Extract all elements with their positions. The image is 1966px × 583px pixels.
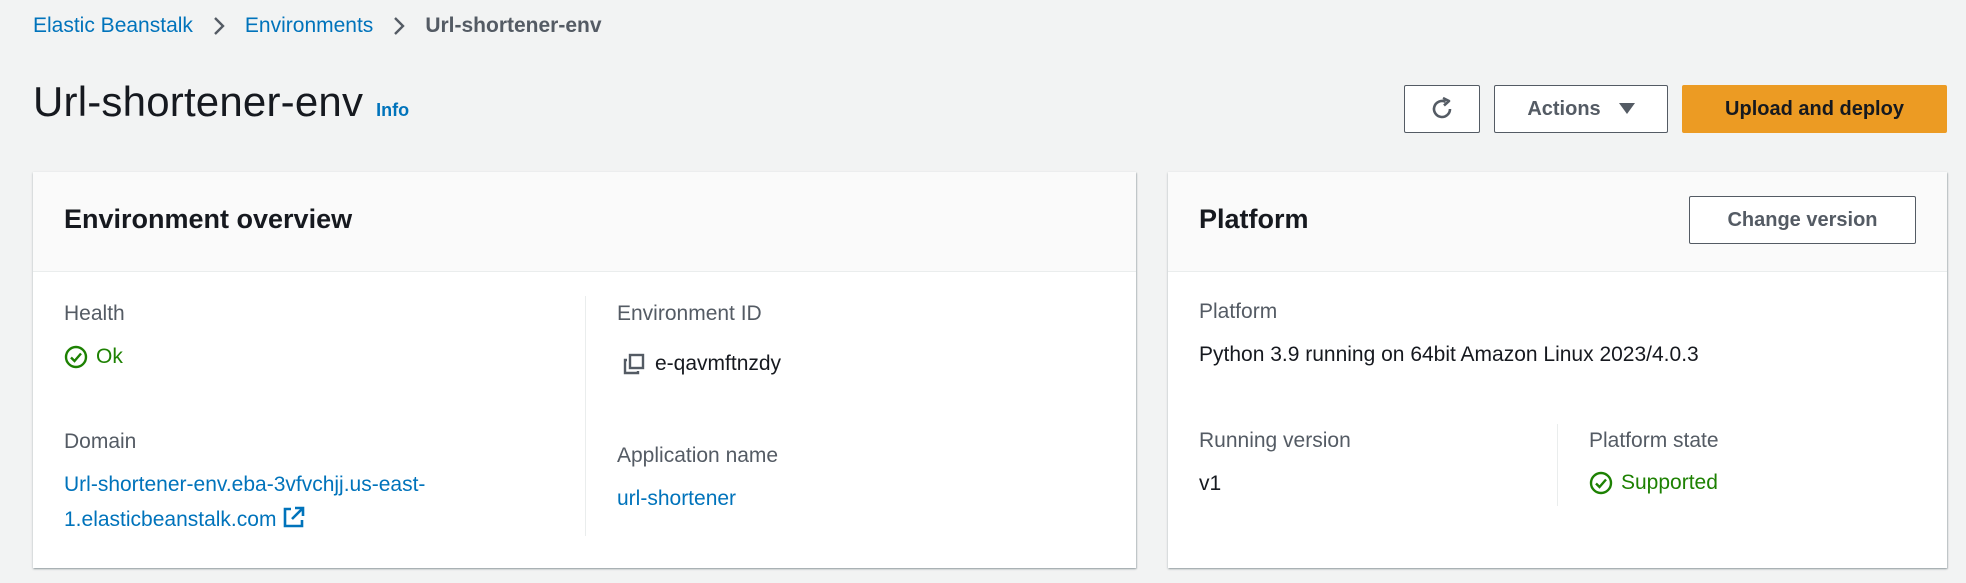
status-check-icon (64, 345, 96, 369)
health-value: Ok (96, 345, 123, 368)
change-version-button[interactable]: Change version (1689, 196, 1916, 244)
breadcrumb-elastic-beanstalk[interactable]: Elastic Beanstalk (33, 14, 193, 38)
environment-overview-title: Environment overview (64, 204, 353, 234)
environment-id: e-qavmftnzdy (623, 352, 781, 376)
upload-and-deploy-button[interactable]: Upload and deploy (1682, 85, 1947, 133)
change-version-label: Change version (1727, 208, 1878, 231)
breadcrumb-current: Url-shortener-env (425, 14, 602, 37)
application-name-label: Application name (617, 444, 779, 467)
column-divider (585, 296, 586, 536)
page-title: Url-shortener-env (33, 78, 364, 125)
page-header: Url-shortener-env Info (33, 78, 409, 126)
environment-id-label: Environment ID (617, 302, 762, 325)
health-status: Ok (64, 345, 123, 369)
environment-overview-header: Environment overview (33, 172, 1136, 272)
environment-id-value: e-qavmftnzdy (655, 352, 782, 375)
platform-title: Platform (1199, 204, 1309, 234)
actions-button[interactable]: Actions (1494, 85, 1668, 133)
platform-state-status: Supported (1589, 471, 1718, 495)
domain-line-1[interactable]: Url-shortener-env.eba-3vfvchjj.us-east- (64, 473, 425, 496)
running-version-value: v1 (1199, 472, 1222, 495)
environment-overview-panel: Environment overview Health Ok Domain Ur… (33, 172, 1136, 568)
refresh-icon (1428, 95, 1456, 123)
chevron-right-icon (213, 16, 225, 36)
caret-down-icon (1618, 103, 1635, 115)
running-version-label: Running version (1199, 429, 1351, 452)
domain-link[interactable]: Url-shortener-env.eba-3vfvchjj.us-east- … (64, 467, 494, 540)
breadcrumb-environments[interactable]: Environments (245, 14, 373, 38)
chevron-right-icon (393, 16, 406, 36)
platform-state-label: Platform state (1589, 429, 1719, 452)
refresh-button[interactable] (1404, 85, 1480, 133)
column-divider (1557, 424, 1558, 506)
platform-panel: Platform Change version Platform Python … (1168, 172, 1947, 568)
domain-line-2[interactable]: 1.elasticbeanstalk.com (64, 508, 276, 531)
health-label: Health (64, 302, 125, 325)
info-link[interactable]: Info (376, 100, 409, 121)
status-check-icon (1589, 471, 1621, 495)
application-name-link[interactable]: url-shortener (617, 487, 736, 511)
platform-label: Platform (1199, 300, 1278, 323)
platform-state-value: Supported (1621, 471, 1718, 494)
external-link-icon[interactable] (282, 505, 305, 540)
platform-value: Python 3.9 running on 64bit Amazon Linux… (1199, 343, 1699, 366)
actions-label: Actions (1527, 97, 1601, 120)
breadcrumb: Elastic Beanstalk Environments Url-short… (33, 14, 602, 38)
domain-label: Domain (64, 430, 137, 453)
upload-and-deploy-label: Upload and deploy (1725, 97, 1904, 120)
platform-header: Platform Change version (1168, 172, 1947, 272)
copy-icon[interactable] (623, 353, 655, 375)
